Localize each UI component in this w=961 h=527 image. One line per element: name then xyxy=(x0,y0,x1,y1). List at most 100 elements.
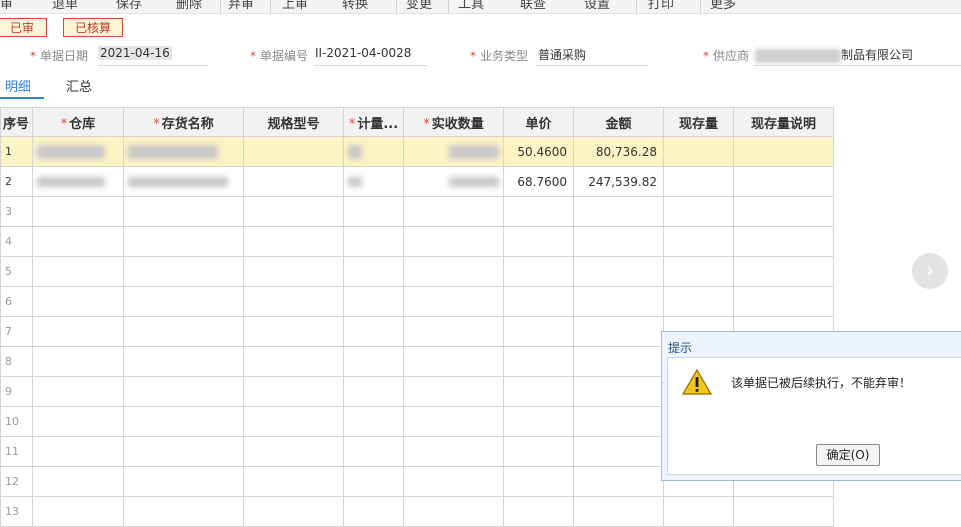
table-row[interactable]: 13 xyxy=(0,496,834,527)
spec-cell[interactable] xyxy=(243,406,344,437)
item-name-cell[interactable] xyxy=(123,406,244,437)
toolbar-settings-button[interactable]: 设置 xyxy=(584,0,610,12)
tab-summary[interactable]: 汇总 xyxy=(66,76,92,95)
toolbar-delete-button[interactable]: 删除 xyxy=(176,0,202,12)
price-cell[interactable] xyxy=(503,286,574,317)
col-spec[interactable]: 规格型号 xyxy=(243,107,344,137)
price-cell[interactable] xyxy=(503,496,574,527)
warehouse-cell[interactable] xyxy=(32,316,124,347)
spec-cell[interactable] xyxy=(243,226,344,257)
item-name-cell[interactable] xyxy=(123,196,244,227)
toolbar-query-button[interactable]: 联查 xyxy=(520,0,546,12)
col-qty[interactable]: * 实收数量 xyxy=(403,107,504,137)
qty-cell[interactable] xyxy=(403,286,504,317)
qty-cell[interactable] xyxy=(403,136,504,167)
toolbar-audit-button[interactable]: 审 xyxy=(0,0,13,12)
date-field[interactable]: 2021-04-16 xyxy=(98,46,172,60)
toolbar-tools-button[interactable]: 工具 xyxy=(458,0,484,12)
warehouse-cell[interactable] xyxy=(32,286,124,317)
amount-cell[interactable] xyxy=(573,346,664,377)
price-cell[interactable]: 68.7600 xyxy=(503,166,574,197)
col-unit[interactable]: * 计量... xyxy=(343,107,404,137)
price-cell[interactable] xyxy=(503,436,574,467)
amount-cell[interactable] xyxy=(573,466,664,497)
warehouse-cell[interactable] xyxy=(32,466,124,497)
qty-cell[interactable] xyxy=(403,316,504,347)
unit-cell[interactable] xyxy=(343,496,404,527)
toolbar-submit-button[interactable]: 上审 xyxy=(282,0,308,12)
spec-cell[interactable] xyxy=(243,376,344,407)
amount-cell[interactable] xyxy=(573,406,664,437)
stock-note-cell[interactable] xyxy=(733,136,834,167)
amount-cell[interactable] xyxy=(573,286,664,317)
tab-detail[interactable]: 明细 xyxy=(5,76,31,95)
qty-cell[interactable] xyxy=(403,166,504,197)
warehouse-cell[interactable] xyxy=(32,226,124,257)
price-cell[interactable] xyxy=(503,316,574,347)
item-name-cell[interactable] xyxy=(123,316,244,347)
spec-cell[interactable] xyxy=(243,466,344,497)
amount-cell[interactable]: 247,539.82 xyxy=(573,166,664,197)
amount-cell[interactable] xyxy=(573,496,664,527)
price-cell[interactable] xyxy=(503,196,574,227)
warehouse-cell[interactable] xyxy=(32,436,124,467)
item-name-cell[interactable] xyxy=(123,226,244,257)
toolbar-more-button[interactable]: 更多 xyxy=(710,0,736,12)
item-name-cell[interactable] xyxy=(123,346,244,377)
unit-cell[interactable] xyxy=(343,436,404,467)
toolbar-unaudit-button[interactable]: 弃审 xyxy=(228,0,254,12)
unit-cell[interactable] xyxy=(343,256,404,287)
warehouse-cell[interactable] xyxy=(32,256,124,287)
price-cell[interactable] xyxy=(503,256,574,287)
amount-cell[interactable] xyxy=(573,196,664,227)
stock-cell[interactable] xyxy=(663,286,734,317)
spec-cell[interactable] xyxy=(243,286,344,317)
stock-cell[interactable] xyxy=(663,226,734,257)
spec-cell[interactable] xyxy=(243,256,344,287)
stock-note-cell[interactable] xyxy=(733,496,834,527)
col-amount[interactable]: 金额 xyxy=(573,107,664,137)
table-row[interactable]: 2 68.7600 247,539.82 xyxy=(0,166,834,197)
toolbar-convert-button[interactable]: 转换 xyxy=(342,0,368,12)
col-price[interactable]: 单价 xyxy=(503,107,574,137)
col-warehouse[interactable]: * 仓库 xyxy=(32,107,124,137)
warehouse-cell[interactable] xyxy=(32,496,124,527)
spec-cell[interactable] xyxy=(243,166,344,197)
unit-cell[interactable] xyxy=(343,166,404,197)
col-rownum[interactable]: 序号 xyxy=(0,107,33,137)
table-row[interactable]: 3 xyxy=(0,196,834,227)
spec-cell[interactable] xyxy=(243,436,344,467)
unit-cell[interactable] xyxy=(343,196,404,227)
amount-cell[interactable]: 80,736.28 xyxy=(573,136,664,167)
stock-cell[interactable] xyxy=(663,136,734,167)
unit-cell[interactable] xyxy=(343,226,404,257)
unit-cell[interactable] xyxy=(343,376,404,407)
spec-cell[interactable] xyxy=(243,316,344,347)
toolbar-change-button[interactable]: 变更 xyxy=(406,0,432,12)
col-item-name[interactable]: * 存货名称 xyxy=(123,107,244,137)
col-stock-note[interactable]: 现存量说明 xyxy=(733,107,834,137)
toolbar-return-button[interactable]: 退单 xyxy=(52,0,78,12)
qty-cell[interactable] xyxy=(403,466,504,497)
price-cell[interactable] xyxy=(503,466,574,497)
warehouse-cell[interactable] xyxy=(32,196,124,227)
amount-cell[interactable] xyxy=(573,436,664,467)
amount-cell[interactable] xyxy=(573,316,664,347)
qty-cell[interactable] xyxy=(403,496,504,527)
price-cell[interactable] xyxy=(503,406,574,437)
unit-cell[interactable] xyxy=(343,136,404,167)
biz-type-field[interactable]: 普通采购 xyxy=(538,46,586,63)
unit-cell[interactable] xyxy=(343,346,404,377)
warehouse-cell[interactable] xyxy=(32,346,124,377)
price-cell[interactable] xyxy=(503,226,574,257)
stock-note-cell[interactable] xyxy=(733,196,834,227)
code-field[interactable]: II-2021-04-0028 xyxy=(315,46,411,60)
table-row[interactable]: 5 xyxy=(0,256,834,287)
ok-button[interactable]: 确定(O) xyxy=(816,444,880,466)
warehouse-cell[interactable] xyxy=(32,166,124,197)
table-row[interactable]: 1 50.4600 80,736.28 xyxy=(0,136,834,167)
unit-cell[interactable] xyxy=(343,316,404,347)
chevron-right-icon[interactable]: › xyxy=(912,253,948,289)
price-cell[interactable] xyxy=(503,376,574,407)
qty-cell[interactable] xyxy=(403,376,504,407)
